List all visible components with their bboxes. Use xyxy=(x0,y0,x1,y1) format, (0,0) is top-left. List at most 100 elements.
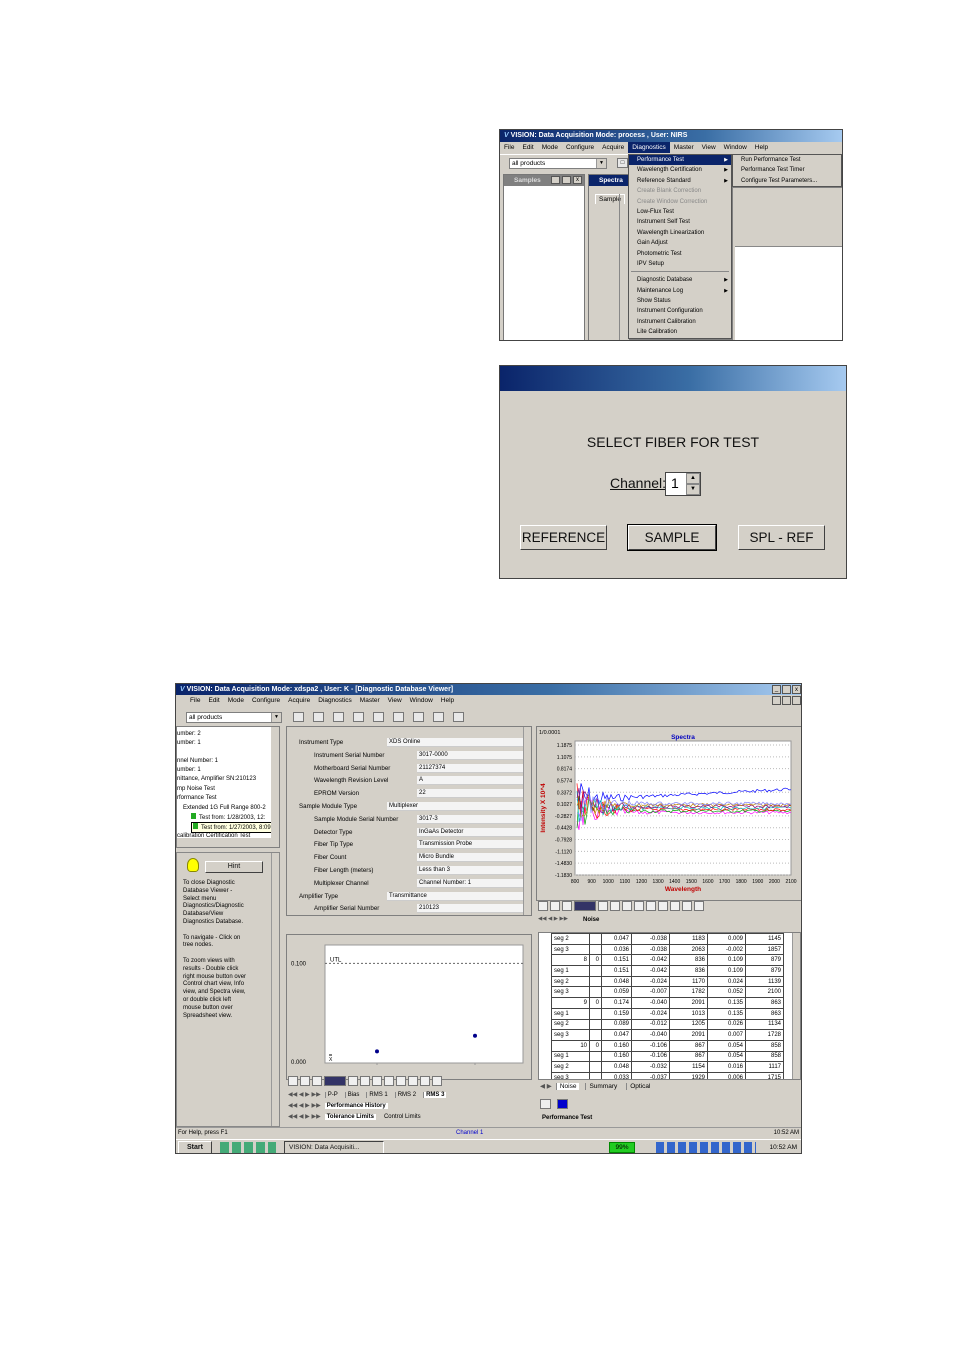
grid-icon[interactable] xyxy=(300,1076,310,1086)
zoom-in-icon[interactable] xyxy=(670,901,680,911)
menu-acquire[interactable]: Acquire xyxy=(598,142,628,153)
open-file-icon[interactable] xyxy=(313,712,324,722)
table-cell[interactable]: 2091 xyxy=(669,1029,708,1041)
tree-node[interactable]: umber: 1 xyxy=(177,766,201,774)
diag-menu-photometric-test[interactable]: Photometric Test xyxy=(629,249,731,259)
menu-diagnostics[interactable]: Diagnostics xyxy=(628,142,670,153)
table-cell[interactable]: 0.016 xyxy=(707,1061,746,1073)
table-cell[interactable] xyxy=(589,986,602,999)
camera-icon[interactable] xyxy=(538,901,548,911)
table-cell[interactable]: seg 2 xyxy=(551,933,590,945)
table-cell[interactable]: 863 xyxy=(745,997,784,1009)
table-cell[interactable]: 0.089 xyxy=(601,1018,632,1031)
tab-nav-icons[interactable]: ◀◀ ◀ ▶ ▶▶ xyxy=(288,1114,321,1120)
tree-node[interactable]: nnel Number: 1 xyxy=(177,757,218,765)
sheet-nav-icons[interactable]: ◀ ▶ xyxy=(540,1083,552,1090)
table-cell[interactable]: -0.024 xyxy=(631,975,670,988)
instrument-icon[interactable] xyxy=(413,712,424,722)
child-minimize-icon[interactable] xyxy=(772,696,781,705)
zoom-icon[interactable] xyxy=(360,1076,370,1086)
chart-icon[interactable] xyxy=(658,901,668,911)
table-cell[interactable]: -0.038 xyxy=(631,933,670,945)
table-cell[interactable]: 0.036 xyxy=(601,943,632,956)
table-cell[interactable]: 1857 xyxy=(745,943,784,956)
diag-menu-show-status[interactable]: Show Status xyxy=(629,296,731,306)
perf-menu-performance-test-timer[interactable]: Performance Test Timer xyxy=(733,165,841,175)
table-cell[interactable]: 9 xyxy=(551,997,590,1009)
menu-edit-2[interactable]: Edit xyxy=(204,695,223,706)
sheet-tab-noise[interactable]: Noise xyxy=(555,1083,580,1090)
perf-menu-run-performance-test[interactable]: Run Performance Test xyxy=(733,155,841,165)
table-cell[interactable] xyxy=(589,943,602,956)
table-row[interactable]: seg 3 0.036 -0.038 2063 -0.002 1857 xyxy=(551,943,784,956)
table-cell[interactable]: 0.047 xyxy=(601,933,632,945)
table-row[interactable]: 10 0 0.160 -0.106 867 0.054 858 xyxy=(551,1039,784,1052)
menu-master-2[interactable]: Master xyxy=(356,695,384,706)
print-icon[interactable] xyxy=(540,1099,551,1109)
sheet-vscroll[interactable] xyxy=(792,933,800,1079)
menu-view[interactable]: View xyxy=(698,142,720,153)
table-cell[interactable]: -0.032 xyxy=(631,1061,670,1073)
table-cell[interactable]: 1139 xyxy=(745,975,784,988)
diag-menu-wavelength-linearization[interactable]: Wavelength Linearization xyxy=(629,228,731,238)
window-minimize-icon[interactable]: _ xyxy=(772,685,781,694)
table-cell[interactable]: 0.054 xyxy=(707,1039,746,1052)
table-row[interactable]: seg 3 0.059 -0.007 1782 0.052 2100 xyxy=(551,986,784,999)
table-cell[interactable]: seg 3 xyxy=(551,1029,590,1041)
table-cell[interactable]: -0.037 xyxy=(631,1071,670,1079)
tree-vscroll[interactable] xyxy=(271,727,279,839)
menu-acquire-2[interactable]: Acquire xyxy=(284,695,314,706)
tree-node[interactable]: umber: 2 xyxy=(177,730,201,738)
table-cell[interactable]: -0.007 xyxy=(631,986,670,999)
bottom-product-combo[interactable]: all products xyxy=(186,712,282,723)
table-cell[interactable]: 0.048 xyxy=(601,1061,632,1073)
diag-menu-reference-standard[interactable]: Reference Standard xyxy=(629,176,731,187)
table-cell[interactable] xyxy=(589,1050,602,1063)
grid-icon[interactable] xyxy=(550,901,560,911)
table-row[interactable]: seg 1 0.160 -0.106 867 0.054 858 xyxy=(551,1050,784,1063)
table-row[interactable]: 8 0 0.151 -0.042 836 0.109 879 xyxy=(551,954,784,967)
menu-file[interactable]: File xyxy=(500,142,518,153)
table-cell[interactable]: 0.009 xyxy=(707,933,746,945)
table-row[interactable]: seg 1 0.159 -0.024 1013 0.135 863 xyxy=(551,1007,784,1020)
menu-edit[interactable]: Edit xyxy=(518,142,537,153)
dropdown-icon[interactable] xyxy=(348,1076,358,1086)
table-cell[interactable]: 1117 xyxy=(745,1061,784,1073)
tray-icons[interactable] xyxy=(656,1142,756,1153)
diag-menu-diagnostic-database[interactable]: Diagnostic Database xyxy=(629,275,731,286)
table-cell[interactable]: 1170 xyxy=(669,975,708,988)
tab-rms-2[interactable]: RMS 2 xyxy=(394,1092,419,1098)
start-button[interactable]: Start xyxy=(178,1141,212,1153)
settings-icon[interactable] xyxy=(453,712,464,722)
diag-menu-create-blank-correction[interactable]: Create Blank Correction xyxy=(629,186,731,196)
control-chart[interactable]: UTL0.1000.000 X xyxy=(287,935,532,1080)
table-cell[interactable]: 858 xyxy=(745,1050,784,1063)
diag-menu-maintenance-log[interactable]: Maintenance Log xyxy=(629,286,731,297)
tab-p-p[interactable]: P-P xyxy=(324,1092,340,1098)
table-cell[interactable]: -0.040 xyxy=(631,997,670,1009)
table-cell[interactable]: seg 3 xyxy=(551,986,590,999)
sheet-tab-summary[interactable]: Summary xyxy=(585,1083,621,1090)
table-cell[interactable]: seg 2 xyxy=(551,1061,590,1073)
tab-rms-1[interactable]: RMS 1 xyxy=(366,1092,390,1098)
table-cell[interactable]: 0 xyxy=(589,997,602,1009)
top-product-combo[interactable]: all products xyxy=(509,158,607,169)
menu-window[interactable]: Window xyxy=(720,142,751,153)
table-cell[interactable]: seg 3 xyxy=(551,943,590,956)
vision-task-button[interactable]: VISION: Data Acquisiti... xyxy=(284,1141,384,1153)
table-cell[interactable] xyxy=(589,975,602,988)
perf-menu-configure-test-parameters[interactable]: Configure Test Parameters... xyxy=(733,176,841,186)
table-cell[interactable] xyxy=(589,965,602,977)
table-cell[interactable]: 1205 xyxy=(669,1018,708,1031)
control-point[interactable] xyxy=(375,1049,379,1054)
new-document-icon[interactable]: □ xyxy=(617,158,628,168)
control-point[interactable] xyxy=(473,1033,477,1038)
table-cell[interactable]: seg 1 xyxy=(551,965,590,977)
print-icon[interactable] xyxy=(433,712,444,722)
table-cell[interactable]: 1013 xyxy=(669,1007,708,1020)
table-cell[interactable] xyxy=(589,1071,602,1079)
table-cell[interactable] xyxy=(589,1029,602,1041)
green-db-icon[interactable] xyxy=(353,712,364,722)
tree-node[interactable]: nittance, Amplifier SN:210123 xyxy=(177,775,256,783)
table-cell[interactable] xyxy=(589,1061,602,1073)
